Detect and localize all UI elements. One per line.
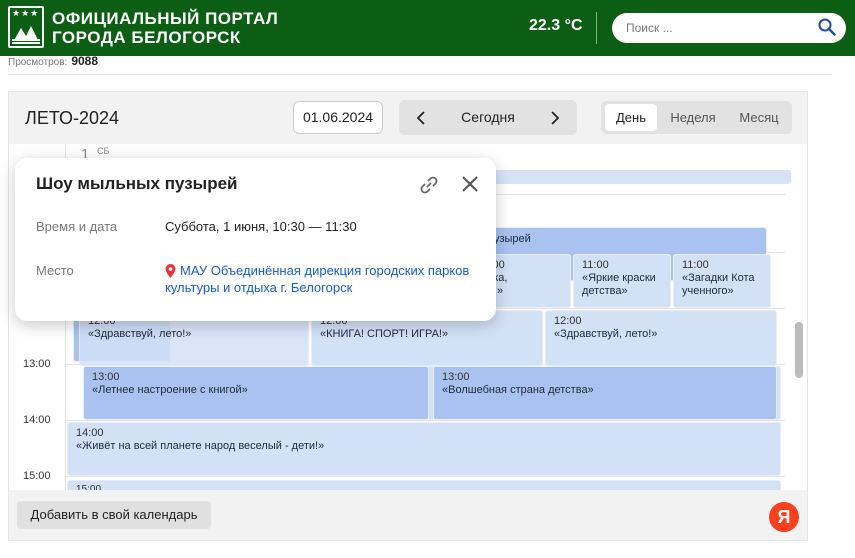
event-card[interactable]: 13:00 «Волшебная страна детства» [433, 366, 777, 420]
event-name: «Здравствуй, лето!» [554, 328, 658, 340]
event-card[interactable]: 13:00 «Летнее настроение с книгой» [83, 366, 429, 420]
view-count-label: Просмотров: [8, 57, 68, 68]
event-card[interactable]: 11:00 «Загадки Кота ученного» [673, 254, 771, 308]
event-time: 11:00 [682, 259, 709, 271]
event-name: пузырей [488, 233, 531, 245]
calendar-footer: Добавить в свой календарь Я [9, 490, 807, 540]
search-icon[interactable] [818, 18, 836, 40]
event-name: «Летнее настроение с книгой» [92, 384, 248, 396]
event-time: 11:00 [582, 259, 609, 271]
event-time: 13:00 [442, 371, 470, 383]
hour-line [65, 476, 785, 477]
city-emblem-icon[interactable]: ★★★ [8, 6, 44, 48]
link-icon[interactable] [419, 175, 439, 200]
close-icon[interactable] [461, 175, 479, 198]
time-label: 15:00 [23, 470, 51, 482]
event-time: 14:00 [76, 427, 104, 439]
portal-title-line2: ГОРОДА БЕЛОГОРСК [52, 28, 241, 47]
tab-month[interactable]: Месяц [729, 104, 789, 131]
add-to-calendar-button[interactable]: Добавить в свой календарь [17, 501, 211, 529]
view-switcher: День Неделя Месяц [601, 101, 792, 134]
event-name: «КНИГА! СПОРТ! ИГРА!» [320, 328, 449, 340]
hour-line [65, 420, 785, 421]
search-input[interactable] [626, 19, 806, 37]
event-time: 13:00 [92, 371, 120, 383]
view-count-value: 9088 [71, 54, 99, 68]
today-button[interactable]: Сегодня [443, 100, 533, 135]
event-name: «Волшебная страна детства» [442, 384, 594, 396]
event-time: 12:00 [554, 315, 582, 327]
date-picker[interactable]: 01.06.2024 [293, 101, 383, 134]
portal-title[interactable]: ОФИЦИАЛЬНЫЙ ПОРТАЛ ГОРОДА БЕЛОГОРСК [52, 9, 278, 47]
time-label: 14:00 [23, 414, 51, 426]
chevron-right-icon[interactable] [539, 100, 571, 135]
portal-title-line1: ОФИЦИАЛЬНЫЙ ПОРТАЛ [52, 9, 279, 28]
event-name: детства» [582, 285, 628, 297]
popup-title: Шоу мыльных пузырей [36, 174, 238, 193]
search-box[interactable] [612, 13, 846, 43]
tab-week[interactable]: Неделя [661, 104, 725, 131]
scrollbar[interactable] [795, 322, 803, 378]
divider [8, 74, 832, 75]
event-name: ученного» [682, 285, 734, 297]
event-popup: Шоу мыльных пузырей Время и дата Суббота… [15, 158, 496, 321]
date-navigation: Сегодня [399, 100, 577, 135]
yandex-logo[interactable]: Я [769, 502, 799, 532]
temperature: 22.3 °C [529, 17, 583, 34]
event-card[interactable]: 14:00 «Живёт на всей планете народ весел… [67, 422, 781, 476]
chevron-left-icon[interactable] [405, 100, 437, 135]
site-header: ★★★ ОФИЦИАЛЬНЫЙ ПОРТАЛ ГОРОДА БЕЛОГОРСК … [0, 0, 855, 56]
calendar-title: ЛЕТО-2024 [25, 108, 120, 128]
place-link[interactable]: МАУ Объединённая дирекция городских парк… [165, 262, 485, 296]
event-name: «Загадки Кота [682, 272, 755, 284]
event-card[interactable]: 11:00 «Яркие краски детства» [573, 254, 671, 308]
time-date-value: Суббота, 1 июня, 10:30 — 11:30 [165, 219, 357, 234]
header-divider [596, 12, 597, 44]
time-label: 13:00 [23, 358, 51, 370]
event-name: «Живёт на всей планете народ веселый - д… [76, 440, 325, 452]
event-name: «Яркие краски [582, 272, 656, 284]
time-date-label: Время и дата [36, 219, 118, 234]
event-card[interactable]: 12:00 «Здравствуй, лето!» [545, 310, 777, 366]
view-count: Просмотров: 9088 [8, 54, 98, 68]
place-label: Место [36, 263, 74, 278]
event-name: «Здравствуй, лето!» [88, 328, 192, 340]
day-weekday: СБ [97, 146, 110, 156]
tab-day[interactable]: День [605, 104, 657, 131]
